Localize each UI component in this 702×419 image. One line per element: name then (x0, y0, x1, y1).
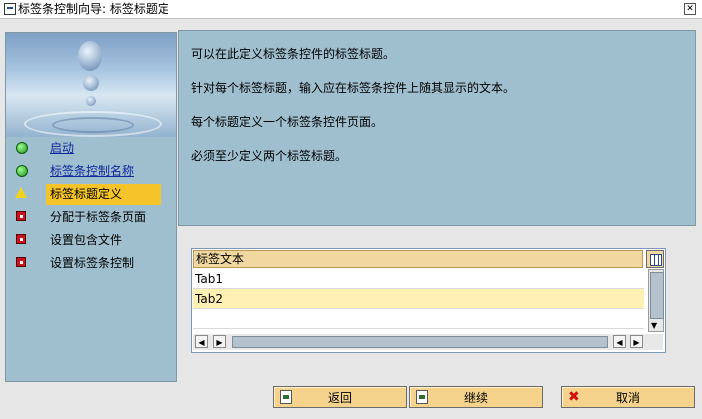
scroll-down-icon[interactable]: ▼ (651, 322, 657, 330)
step-label[interactable]: 标签条控制名称 (50, 163, 134, 180)
window-title: 标签条控制向导: 标签标题定义 (18, 2, 168, 16)
info-line: 可以在此定义标签条控件的标签标题。 (191, 47, 396, 61)
table-cell[interactable]: Tab2 (195, 291, 223, 307)
wizard-icon (4, 3, 16, 15)
back-label: 返回 (327, 391, 352, 405)
table-row[interactable]: Tab2 (193, 289, 644, 309)
scroll-track[interactable] (232, 336, 608, 348)
scroll-left-icon[interactable]: ◀ (195, 335, 208, 348)
title-bar: 标签条控制向导: 标签标题定义 ✕ (0, 0, 702, 19)
wizard-frame: 启动 标签条控制名称 标签标题定义 分配于标签条页面 设置包含文件 设置标签条控… (0, 19, 702, 419)
step-set-tabstrip: 设置标签条控制 (6, 252, 176, 275)
scroll-right-icon[interactable]: ▶ (213, 335, 226, 348)
cancel-label: 取消 (615, 391, 640, 405)
table-settings-icon[interactable] (646, 250, 664, 268)
scroll-left-icon[interactable]: ◀ (613, 335, 626, 348)
tab-text-table: 标签文本 Tab1 Tab2 ▼ ◀ ▶ ◀ ▶ (191, 248, 666, 353)
close-icon[interactable]: ✕ (684, 3, 696, 15)
step-include-files: 设置包含文件 (6, 229, 176, 252)
red-square-icon (16, 257, 26, 267)
info-panel: 可以在此定义标签条控件的标签标题。 针对每个标签标题，输入应在标签条控件上随其显… (178, 30, 696, 226)
water-drop-image (6, 33, 176, 137)
step-start[interactable]: 启动 (6, 137, 176, 160)
green-circle-icon (16, 165, 28, 177)
table-row[interactable] (193, 309, 644, 329)
column-header-label: 标签文本 (196, 252, 245, 266)
green-circle-icon (16, 142, 28, 154)
continue-label: 继续 (463, 391, 488, 405)
continue-button[interactable]: 继续 (409, 386, 543, 408)
step-label: 设置标签条控制 (50, 256, 135, 270)
warning-triangle-icon (15, 187, 27, 198)
red-square-icon (16, 211, 26, 221)
table-cell[interactable]: Tab1 (195, 271, 223, 287)
horizontal-scrollbar[interactable]: ◀ ▶ ◀ ▶ (193, 334, 663, 350)
info-line: 必须至少定义两个标签标题。 (191, 149, 348, 163)
step-label: 分配于标签条页面 (50, 210, 147, 224)
red-square-icon (16, 234, 26, 244)
step-tabstrip-name[interactable]: 标签条控制名称 (6, 160, 176, 183)
info-line: 针对每个标签标题，输入应在标签条控件上随其显示的文本。 (191, 81, 516, 95)
step-label: 标签标题定义 (50, 187, 123, 201)
back-button[interactable]: 返回 (273, 386, 407, 408)
steps-panel: 启动 标签条控制名称 标签标题定义 分配于标签条页面 设置包含文件 设置标签条控… (5, 32, 177, 382)
column-header-tab-text[interactable]: 标签文本 (193, 250, 643, 268)
step-tab-title-definition[interactable]: 标签标题定义 (6, 183, 176, 206)
info-line: 每个标题定义一个标签条控件页面。 (191, 115, 384, 129)
step-label: 设置包含文件 (50, 233, 123, 247)
cancel-button[interactable]: ✖ 取消 (561, 386, 695, 408)
step-label[interactable]: 启动 (50, 140, 74, 157)
scroll-thumb[interactable] (650, 272, 664, 319)
table-row[interactable]: Tab1 (193, 269, 644, 289)
step-assign-pages: 分配于标签条页面 (6, 206, 176, 229)
scroll-right-icon[interactable]: ▶ (630, 335, 643, 348)
vertical-scrollbar[interactable]: ▼ (648, 269, 664, 332)
step-list: 启动 标签条控制名称 标签标题定义 分配于标签条页面 设置包含文件 设置标签条控… (6, 137, 176, 275)
